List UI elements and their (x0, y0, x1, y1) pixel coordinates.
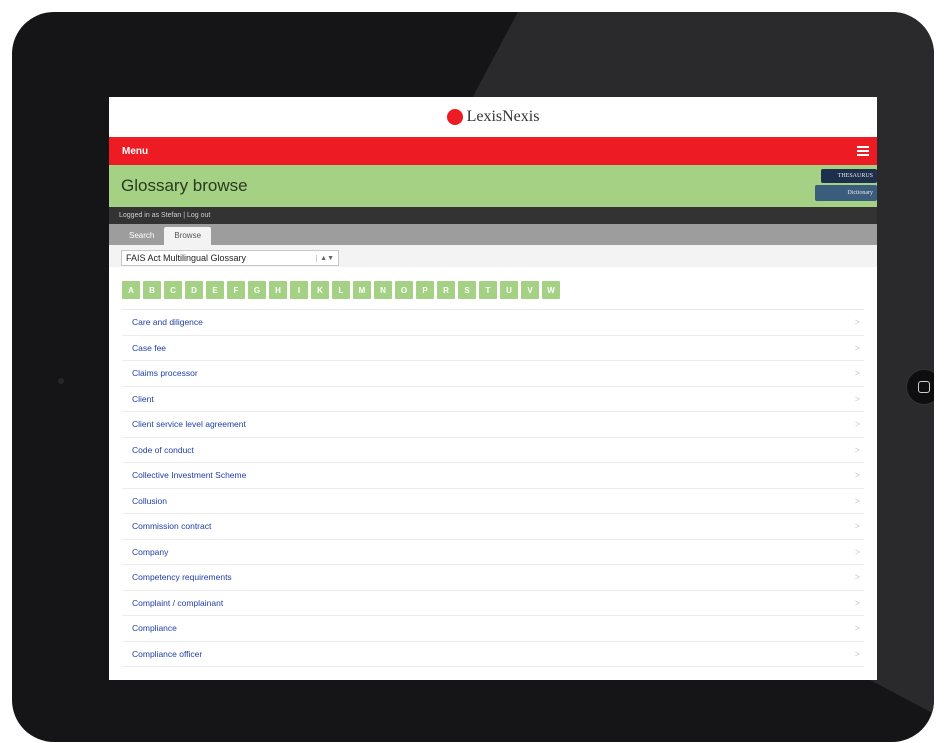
letter-o[interactable]: O (395, 281, 413, 299)
list-item[interactable]: Claims processor > (122, 361, 864, 387)
chevron-right-icon: > (854, 495, 860, 506)
list-item[interactable]: Collective Investment Scheme > (122, 463, 864, 489)
brand-header: LexisNexis (109, 97, 877, 137)
thesaurus-book: THESAURUS (821, 169, 877, 183)
chevron-right-icon: > (854, 342, 860, 353)
brand-name: LexisNexis (466, 108, 540, 125)
letter-d[interactable]: D (185, 281, 203, 299)
glossary-select-row: FAIS Act Multilingual Glossary ▲▼ (109, 245, 877, 267)
letter-t[interactable]: T (479, 281, 497, 299)
app-screen: LexisNexis Menu Glossary browse THESAURU… (109, 97, 877, 680)
glossary-select[interactable]: FAIS Act Multilingual Glossary ▲▼ (121, 250, 339, 266)
camera-icon (58, 378, 64, 384)
list-item[interactable]: Case fee > (122, 336, 864, 361)
letter-i[interactable]: I (290, 281, 308, 299)
title-bar: Glossary browse THESAURUS Dictionary (109, 165, 877, 207)
alphabet-index: A B C D E F G H I K L M N O P R S T U V … (109, 267, 877, 309)
chevron-right-icon: > (854, 419, 860, 430)
term-label: Case fee (132, 342, 167, 353)
tablet-device: LexisNexis Menu Glossary browse THESAURU… (12, 12, 934, 742)
term-label: Collective Investment Scheme (132, 470, 247, 481)
term-label: Complaint / complainant (132, 597, 224, 608)
chevron-right-icon: > (854, 393, 860, 404)
term-label: Competency requirements (132, 572, 232, 583)
term-label: Client (132, 393, 154, 404)
letter-k[interactable]: K (311, 281, 329, 299)
list-item[interactable]: Care and diligence > (122, 310, 864, 336)
term-label: Compliance officer (132, 648, 203, 659)
letter-r[interactable]: R (437, 281, 455, 299)
select-arrows-icon: ▲▼ (316, 254, 334, 262)
chevron-right-icon: > (854, 470, 860, 481)
list-item[interactable]: Competency requirements > (122, 565, 864, 591)
letter-p[interactable]: P (416, 281, 434, 299)
list-item[interactable]: Client service level agreement > (122, 412, 864, 438)
list-item[interactable]: Compliance > (122, 616, 864, 642)
letter-h[interactable]: H (269, 281, 287, 299)
hamburger-icon[interactable] (857, 146, 869, 156)
letter-v[interactable]: V (521, 281, 539, 299)
home-button[interactable] (906, 369, 934, 405)
term-label: Compliance (132, 623, 177, 634)
dictionary-book: Dictionary (815, 185, 877, 201)
session-status[interactable]: Logged in as Stefan | Log out (109, 207, 877, 224)
chevron-right-icon: > (854, 317, 860, 328)
glossary-term-list: Care and diligence > Case fee > Claims pro… (122, 309, 864, 667)
letter-a[interactable]: A (122, 281, 140, 299)
letter-l[interactable]: L (332, 281, 350, 299)
chevron-right-icon: > (854, 521, 860, 532)
letter-g[interactable]: G (248, 281, 266, 299)
list-item[interactable]: Code of conduct > (122, 438, 864, 463)
books-image: THESAURUS Dictionary (811, 165, 877, 207)
letter-f[interactable]: F (227, 281, 245, 299)
letter-u[interactable]: U (500, 281, 518, 299)
letter-s[interactable]: S (458, 281, 476, 299)
term-label: Care and diligence (132, 317, 203, 328)
term-label: Commission contract (132, 521, 212, 532)
tab-browse[interactable]: Browse (164, 227, 212, 245)
chevron-right-icon: > (854, 368, 860, 379)
list-item[interactable]: Commission contract > (122, 514, 864, 540)
menu-button[interactable]: Menu (122, 146, 148, 157)
menu-bar: Menu (109, 137, 877, 165)
term-label: Code of conduct (132, 444, 194, 455)
page-title: Glossary browse (121, 176, 248, 195)
term-label: Company (132, 546, 169, 557)
chevron-right-icon: > (854, 597, 860, 608)
term-label: Collusion (132, 495, 167, 506)
letter-c[interactable]: C (164, 281, 182, 299)
term-label: Claims processor (132, 368, 198, 379)
home-square-icon (918, 381, 930, 393)
chevron-right-icon: > (854, 444, 860, 455)
list-item[interactable]: Collusion > (122, 489, 864, 514)
letter-m[interactable]: M (353, 281, 371, 299)
list-item[interactable]: Compliance officer > (122, 642, 864, 667)
tab-search[interactable]: Search (119, 227, 164, 245)
chevron-right-icon: > (854, 572, 860, 583)
list-item[interactable]: Complaint / complainant > (122, 591, 864, 616)
letter-b[interactable]: B (143, 281, 161, 299)
glossary-select-value: FAIS Act Multilingual Glossary (126, 253, 247, 263)
letter-e[interactable]: E (206, 281, 224, 299)
lexisnexis-logo-icon (446, 109, 463, 125)
letter-n[interactable]: N (374, 281, 392, 299)
term-label: Client service level agreement (132, 419, 246, 430)
letter-w[interactable]: W (542, 281, 560, 299)
chevron-right-icon: > (854, 546, 860, 557)
chevron-right-icon: > (854, 648, 860, 659)
tab-bar: Search Browse (109, 224, 877, 245)
list-item[interactable]: Client > (122, 387, 864, 412)
chevron-right-icon: > (854, 623, 860, 634)
list-item[interactable]: Company > (122, 540, 864, 565)
